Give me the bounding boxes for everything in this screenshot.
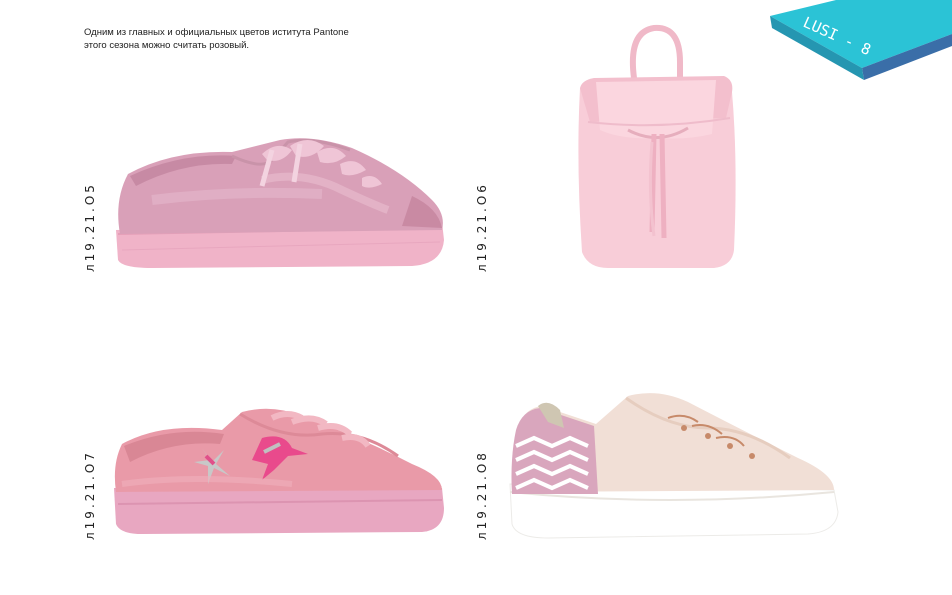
product-image-chevron-sneaker[interactable] (508, 388, 840, 540)
brand-tag-side-face (862, 34, 952, 80)
product-code-1: л19.21.О5 (83, 182, 97, 272)
brand-tag-label: LUSI - 8 (800, 13, 873, 59)
brand-tag-top-face (770, 0, 952, 68)
product-code-2: л19.21.О6 (475, 182, 489, 272)
intro-text: Одним из главных и официальных цветов ис… (84, 26, 444, 52)
product-code-3: л19.21.О7 (83, 450, 97, 540)
intro-line-2: этого сезона можно считать розовый. (84, 40, 250, 51)
brand-tag-left-face (770, 16, 864, 80)
product-image-embroidered-sneaker[interactable] (112, 404, 448, 538)
product-image-satin-sneaker[interactable] (112, 130, 448, 272)
product-code-4: л19.21.О8 (475, 450, 489, 540)
product-image-backpack[interactable] (568, 22, 748, 272)
intro-line-1: Одним из главных и официальных цветов ис… (84, 27, 349, 38)
